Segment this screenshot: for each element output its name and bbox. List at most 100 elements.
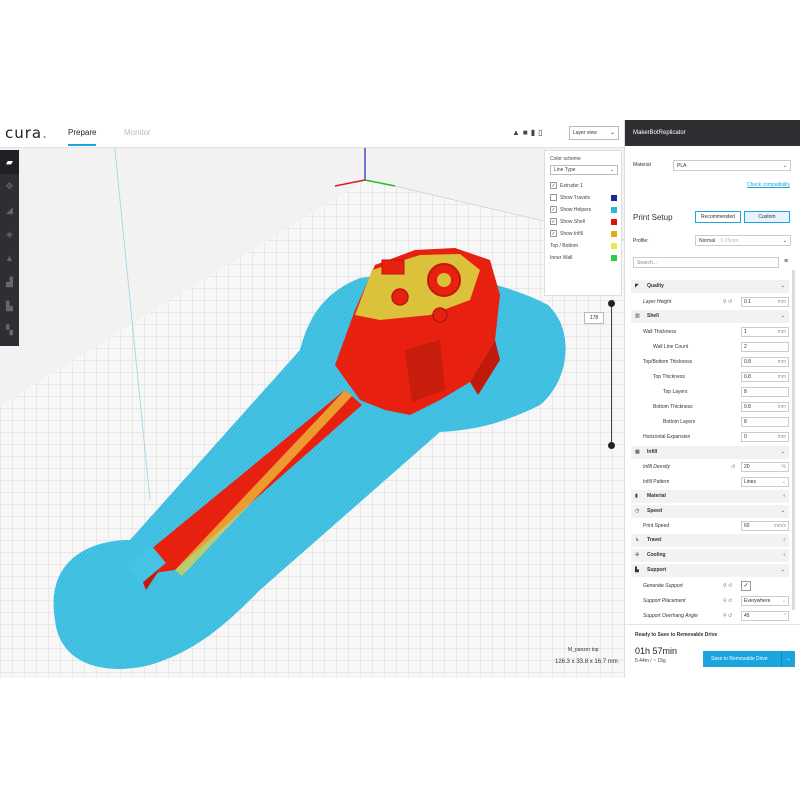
printer-select[interactable]: MakerBotReplicator	[625, 120, 800, 146]
infill-pattern-select[interactable]: Lines ⌄	[741, 477, 789, 487]
color-scheme-select[interactable]: Line Type ⌄	[550, 165, 618, 175]
top-bottom-thickness-input[interactable]: 0.8 mm	[741, 357, 789, 367]
scale-tool-icon[interactable]: ◢	[0, 198, 19, 222]
section-infill[interactable]: ▦ Infill ⌄	[631, 446, 789, 459]
open-file-icon[interactable]: ▰	[0, 150, 19, 174]
support-placement-select[interactable]: Everywhere ⌄	[741, 596, 789, 606]
infill-density-input[interactable]: 20%	[741, 462, 789, 472]
layer-slider-top-handle[interactable]	[608, 300, 615, 307]
fan-icon: ✣	[635, 552, 640, 558]
section-support[interactable]: ▙ Support ⌄	[631, 564, 789, 577]
unit: °	[784, 613, 786, 619]
print-speed-input[interactable]: 60 mm/s	[741, 521, 789, 531]
print-job-area: Ready to Save to Removable Drive 01h 57m…	[625, 624, 800, 678]
layer-number-input[interactable]: 178	[584, 312, 604, 324]
viewport-scene	[0, 120, 624, 678]
section-travel[interactable]: ↳ Travel ‹	[631, 534, 789, 547]
legend-infill[interactable]: ✓ Show Infill	[550, 228, 620, 240]
mirror-tool-icon[interactable]: ▲	[0, 246, 19, 270]
quality-icon: ◤	[635, 283, 639, 289]
material-label: Material	[633, 162, 651, 168]
chevron-down-icon[interactable]: ⌄	[781, 651, 795, 667]
setting-bottom-layers: Bottom Layers 8	[631, 415, 789, 429]
menu-icon[interactable]: ≡	[784, 258, 788, 265]
legend-inner-wall: Inner Wall	[550, 252, 620, 264]
unit: %	[781, 464, 786, 470]
legend-shell[interactable]: ✓ Show Shell	[550, 216, 620, 228]
link-reset-icon[interactable]: ⚲ ↺	[723, 594, 732, 608]
support-blocker-icon[interactable]: ▙	[0, 294, 19, 318]
setting-label: Top Thickness	[653, 374, 685, 380]
reset-icon[interactable]: ↺	[731, 460, 735, 474]
settings-search-input[interactable]: Search...	[633, 257, 779, 268]
value: 20	[744, 464, 750, 470]
checkbox[interactable]: ✓	[550, 206, 557, 214]
recommended-mode-button[interactable]: Recommended	[695, 211, 741, 223]
checkbox[interactable]: ✓	[550, 230, 557, 238]
travel-icon: ↳	[635, 537, 640, 543]
chevron-down-icon: ⌄	[782, 238, 787, 244]
legend-extruder[interactable]: ✓ Extruder 1	[550, 180, 620, 192]
bottom-layers-input[interactable]: 8	[741, 417, 789, 427]
horizontal-expansion-input[interactable]: 0 mm	[741, 432, 789, 442]
section-label: Material	[647, 493, 666, 499]
infill-swatch	[611, 231, 617, 237]
support-overhang-input[interactable]: 45 °	[741, 611, 789, 621]
bottom-thickness-input[interactable]: 0.8 mm	[741, 402, 789, 412]
extra-tool-icon[interactable]: ▚	[0, 318, 19, 342]
printer-icon[interactable]: ▲	[512, 128, 523, 137]
link-reset-icon[interactable]: ⚲ ↺	[723, 609, 732, 623]
checkbox[interactable]	[550, 194, 557, 202]
move-tool-icon[interactable]: ✥	[0, 174, 19, 198]
legend-helpers[interactable]: ✓ Show Helpers	[550, 204, 620, 216]
link-reset-icon[interactable]: ⚲ ↺	[723, 295, 732, 309]
rotate-tool-icon[interactable]: ◈	[0, 222, 19, 246]
list-icon[interactable]: ▯	[538, 128, 545, 137]
section-speed[interactable]: ◷ Speed ⌄	[631, 505, 789, 518]
link-reset-icon[interactable]: ⚲ ↺	[723, 579, 732, 593]
section-label: Quality	[647, 283, 664, 289]
top-thickness-input[interactable]: 0.8 mm	[741, 372, 789, 382]
tab-prepare[interactable]: Prepare	[68, 128, 97, 146]
build-plate-viewport[interactable]	[0, 120, 624, 678]
layer-view-panel: Color scheme Line Type ⌄ ✓ Extruder 1 Show…	[544, 150, 622, 296]
section-material[interactable]: ▮ Material ‹	[631, 490, 789, 503]
custom-mode-button[interactable]: Custom	[744, 211, 790, 223]
per-model-settings-icon[interactable]: ▟	[0, 270, 19, 294]
checkbox[interactable]: ✓	[550, 182, 557, 190]
chevron-left-icon: ‹	[783, 493, 785, 499]
settings-scrollbar[interactable]	[792, 270, 795, 610]
wall-line-count-input[interactable]: 2	[741, 342, 789, 352]
cube-icon[interactable]: ■	[523, 128, 531, 137]
check-compatibility-link[interactable]: Check compatibility	[747, 182, 790, 188]
chevron-down-icon: ⌄	[781, 598, 786, 604]
setting-top-bottom-thickness: Top/Bottom Thickness 0.8 mm	[631, 355, 789, 369]
section-shell[interactable]: ▥ Shell ⌄	[631, 310, 789, 323]
chevron-down-icon: ⌄	[780, 508, 785, 514]
material-select[interactable]: PLA ⌄	[673, 160, 791, 171]
setting-infill-pattern: Infill Pattern Lines ⌄	[631, 475, 789, 489]
save-to-removable-drive-button[interactable]: Save to Removable Drive ⌄	[703, 651, 795, 667]
top-bottom-swatch	[611, 243, 617, 249]
layer-height-input[interactable]: 0.1 mm	[741, 297, 789, 307]
section-cooling[interactable]: ✣ Cooling ‹	[631, 549, 789, 562]
checkbox[interactable]: ✓	[550, 218, 557, 226]
unit: mm	[777, 434, 786, 440]
setting-label: Bottom Thickness	[653, 404, 693, 410]
wall-thickness-input[interactable]: 1 mm	[741, 327, 789, 337]
section-quality[interactable]: ◤ Quality ⌄	[631, 280, 789, 293]
setting-label: Infill Pattern	[643, 479, 670, 485]
top-layers-input[interactable]: 8	[741, 387, 789, 397]
layer-slider-track[interactable]	[611, 304, 612, 446]
layer-slider-bottom-handle[interactable]	[608, 442, 615, 449]
legend-travels[interactable]: Show Travels	[550, 192, 620, 204]
value: 2	[744, 344, 747, 350]
setting-generate-support: Generate Support ⚲ ↺ ✓	[631, 579, 789, 593]
generate-support-checkbox[interactable]: ✓	[741, 581, 751, 591]
view-mode-select[interactable]: Layer view ⌄	[569, 126, 619, 140]
profile-select[interactable]: Normal 0.15mm ⌄	[695, 235, 791, 246]
tab-monitor[interactable]: Monitor	[124, 128, 151, 137]
infill-icon: ▦	[635, 449, 640, 455]
profile-quality: 0.15mm	[720, 238, 739, 244]
setting-label: Infill Density	[643, 464, 670, 470]
